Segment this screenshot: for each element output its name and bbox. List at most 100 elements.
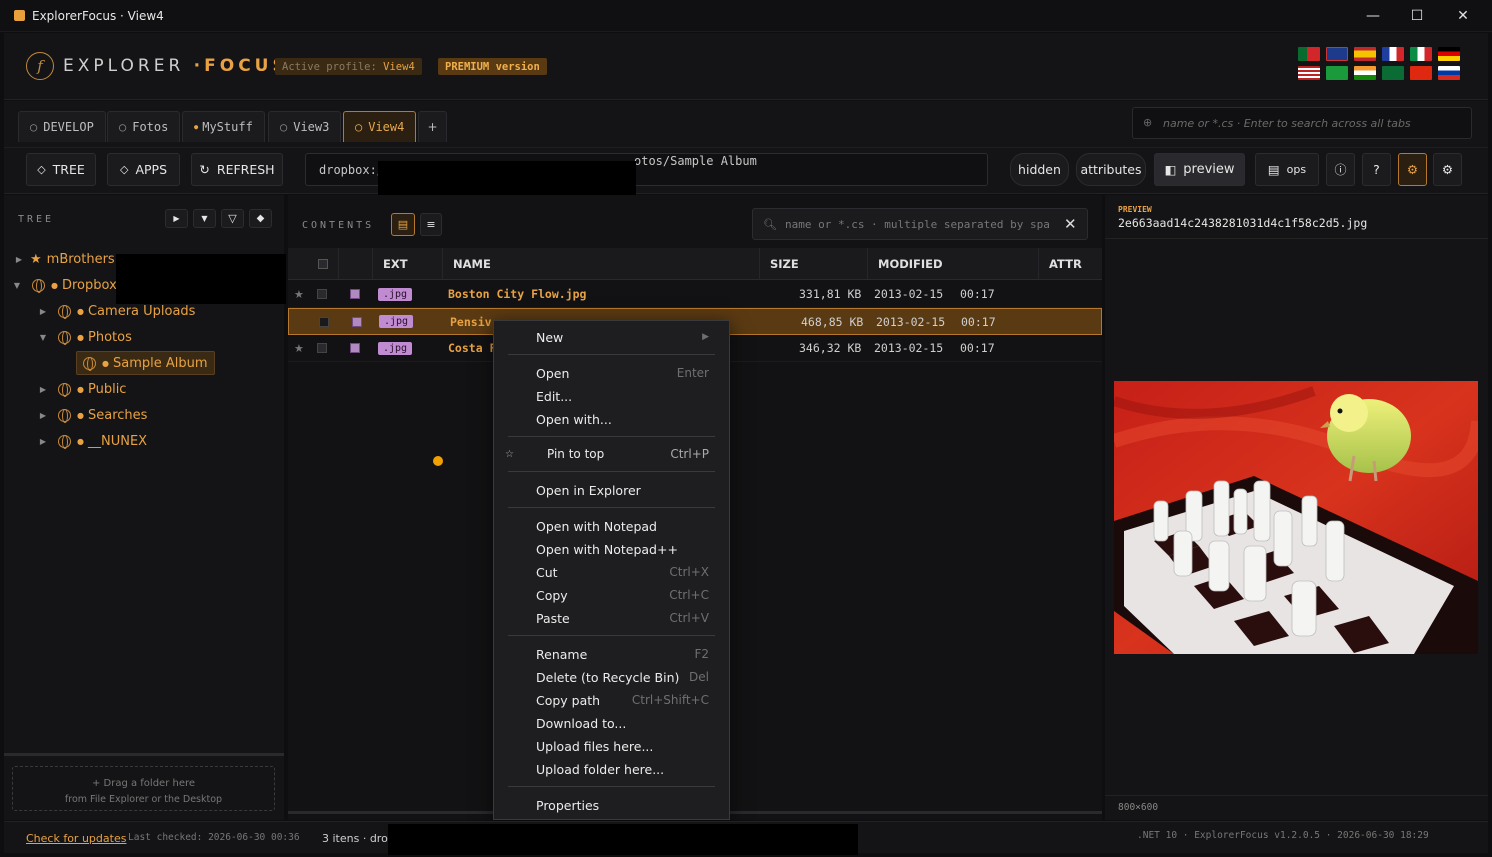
menu-item-edit[interactable]: Edit... [494, 385, 729, 407]
menu-item-copy-path[interactable]: Copy path Ctrl+Shift+C [494, 689, 729, 711]
apps-button[interactable]: ◇ APPS [107, 153, 180, 186]
ops-button[interactable]: ▤ ops [1255, 153, 1319, 186]
refresh-button[interactable]: ↻ REFRESH [191, 153, 283, 186]
flag-it-icon[interactable] [1410, 47, 1432, 61]
info-button[interactable]: ⓘ [1326, 153, 1355, 186]
theme-settings-button[interactable]: ⚙ [1398, 153, 1427, 186]
tab-view3[interactable]: ○ View3 [268, 111, 342, 142]
tree-panel: TREE ▶ ▼ ▽ ◆ ▶ ★ mBrothers ▼ ● Dropbox ▶ ● Cam… [4, 195, 286, 820]
drop-zone[interactable]: + Drag a folder here from File Explorer … [12, 766, 275, 811]
toolbar: ◇ TREE ◇ APPS ↻ REFRESH dropbox:/ otos/Samp… [4, 147, 1488, 196]
flag-fr-icon[interactable] [1382, 47, 1404, 61]
flag-uk-icon[interactable] [1326, 47, 1348, 61]
expand-button[interactable]: ▶ [165, 209, 188, 228]
tree-item-searches[interactable]: ▶ ● Searches [36, 403, 147, 427]
file-time: 00:17 [961, 314, 996, 329]
play-icon: ▶ [173, 214, 180, 223]
tab-develop[interactable]: ○ DEVELOP [18, 111, 106, 142]
menu-item-pin[interactable]: ☆ Pin to top Ctrl+P [494, 443, 729, 465]
attr-column-header[interactable]: ATTR [1038, 248, 1102, 280]
gear-icon: ⚙ [1441, 162, 1454, 177]
attributes-toggle[interactable]: attributes [1076, 153, 1146, 186]
flag-de-icon[interactable] [1438, 47, 1460, 61]
clear-filter-icon[interactable]: ✕ [1064, 215, 1077, 233]
tree-item-mbrothers[interactable]: ▶ ★ mBrothers [12, 247, 115, 271]
add-tab-button[interactable]: + [418, 111, 447, 142]
select-all-checkbox[interactable] [308, 248, 338, 280]
tree-item-photos[interactable]: ▼ ● Photos [36, 325, 132, 349]
flag-es-icon[interactable] [1354, 47, 1376, 61]
menu-item-open-explorer[interactable]: Open in Explorer [494, 479, 729, 501]
flag-pt-icon[interactable] [1298, 47, 1320, 61]
modified-column-header[interactable]: MODIFIED [867, 248, 1038, 280]
tree-item-camera-uploads[interactable]: ▶ ● Camera Uploads [36, 299, 195, 323]
tab-mystuff[interactable]: ● MyStuff [182, 111, 265, 142]
preview-filename: 2e663aad14c2438281031d4c1f58c2d5.jpg [1118, 216, 1368, 230]
check-updates-link[interactable]: Check for updates [26, 832, 126, 845]
flag-ru-icon[interactable] [1438, 66, 1460, 80]
details-view-button[interactable]: ▤ [391, 213, 415, 236]
file-name[interactable]: Boston City Flow.jpg [448, 287, 586, 301]
menu-item-open[interactable]: Open Enter [494, 362, 729, 384]
menu-item-new[interactable]: New ▶ [494, 326, 729, 348]
filter-input[interactable]: 🔍︎ name or *.cs · multiple separated by s… [752, 208, 1088, 240]
ext-column-header[interactable]: EXT [372, 248, 442, 280]
menu-item-cut[interactable]: Cut Ctrl+X [494, 561, 729, 583]
tree-item-public[interactable]: ▶ ● Public [36, 377, 126, 401]
star-icon[interactable]: ★ [294, 342, 304, 355]
file-time: 00:17 [960, 287, 995, 301]
tree-item-nunex[interactable]: ▶ ● __NUNEX [36, 429, 147, 453]
contents-title: CONTENTS [302, 220, 375, 231]
file-name[interactable]: Pensiv [450, 315, 492, 329]
menu-item-open-notepad[interactable]: Open with Notepad [494, 515, 729, 537]
menu-item-upload-files[interactable]: Upload files here... [494, 735, 729, 757]
minimize-button[interactable]: — [1350, 0, 1396, 32]
pin-button[interactable]: ◆ [249, 209, 272, 228]
menu-item-download[interactable]: Download to... [494, 712, 729, 734]
file-name[interactable]: Costa F [448, 341, 496, 355]
menu-item-copy[interactable]: Copy Ctrl+C [494, 584, 729, 606]
name-column-header[interactable]: NAME [442, 248, 759, 280]
help-button[interactable]: ? [1362, 153, 1391, 186]
menu-item-delete[interactable]: Delete (to Recycle Bin) Del [494, 666, 729, 688]
filter-button[interactable]: ▽ [221, 209, 244, 228]
flag-sa-icon[interactable] [1382, 66, 1404, 80]
premium-badge: PREMIUM version [438, 58, 547, 75]
file-ext: .jpg [378, 341, 413, 355]
size-column-header[interactable]: SIZE [759, 248, 867, 280]
flag-cn-icon[interactable] [1410, 66, 1432, 80]
menu-item-properties[interactable]: Properties [494, 794, 729, 816]
maximize-button[interactable]: ☐ [1394, 0, 1440, 32]
row-checkbox[interactable] [319, 316, 329, 327]
hidden-toggle[interactable]: hidden [1010, 153, 1069, 186]
tab-view4[interactable]: ○ View4 [343, 111, 417, 142]
flag-us-icon[interactable] [1298, 66, 1320, 80]
star-icon[interactable]: ★ [294, 288, 304, 301]
chevron-right-icon: ▶ [15, 254, 23, 264]
compact-view-button[interactable]: ≡ [420, 213, 442, 236]
preview-toggle[interactable]: ◧ preview [1154, 153, 1245, 186]
flag-br-icon[interactable] [1326, 66, 1348, 80]
window-title: ExplorerFocus · View4 [32, 9, 164, 23]
menu-item-open-notepadpp[interactable]: Open with Notepad++ [494, 538, 729, 560]
flag-in-icon[interactable] [1354, 66, 1376, 80]
close-button[interactable]: ✕ [1440, 0, 1486, 32]
tree-button[interactable]: ◇ TREE [26, 153, 96, 186]
global-search-input[interactable]: ⊕ name or *.cs · Enter to search across … [1132, 107, 1472, 139]
collapse-button[interactable]: ▼ [193, 209, 216, 228]
menu-item-rename[interactable]: Rename F2 [494, 643, 729, 665]
tree-splitter[interactable] [4, 753, 284, 756]
redacted-tree-text [116, 254, 286, 304]
settings-button[interactable]: ⚙ [1433, 153, 1462, 186]
menu-item-open-with[interactable]: Open with... [494, 408, 729, 430]
sun-gear-icon: ⚙ [1406, 162, 1419, 177]
tree-item-sample-album[interactable]: ● Sample Album [76, 351, 215, 375]
table-row[interactable]: ★ .jpg Boston City Flow.jpg 331,81 KB 20… [288, 281, 1102, 308]
menu-item-upload-folder[interactable]: Upload folder here... [494, 758, 729, 780]
diamond-icon: ◇ [119, 163, 129, 176]
row-checkbox[interactable] [317, 289, 327, 299]
tab-fotos[interactable]: ○ Fotos [107, 111, 181, 142]
menu-item-paste[interactable]: Paste Ctrl+V [494, 607, 729, 629]
tree-item-dropbox[interactable]: ▼ ● Dropbox [10, 273, 117, 297]
row-checkbox[interactable] [317, 343, 327, 353]
